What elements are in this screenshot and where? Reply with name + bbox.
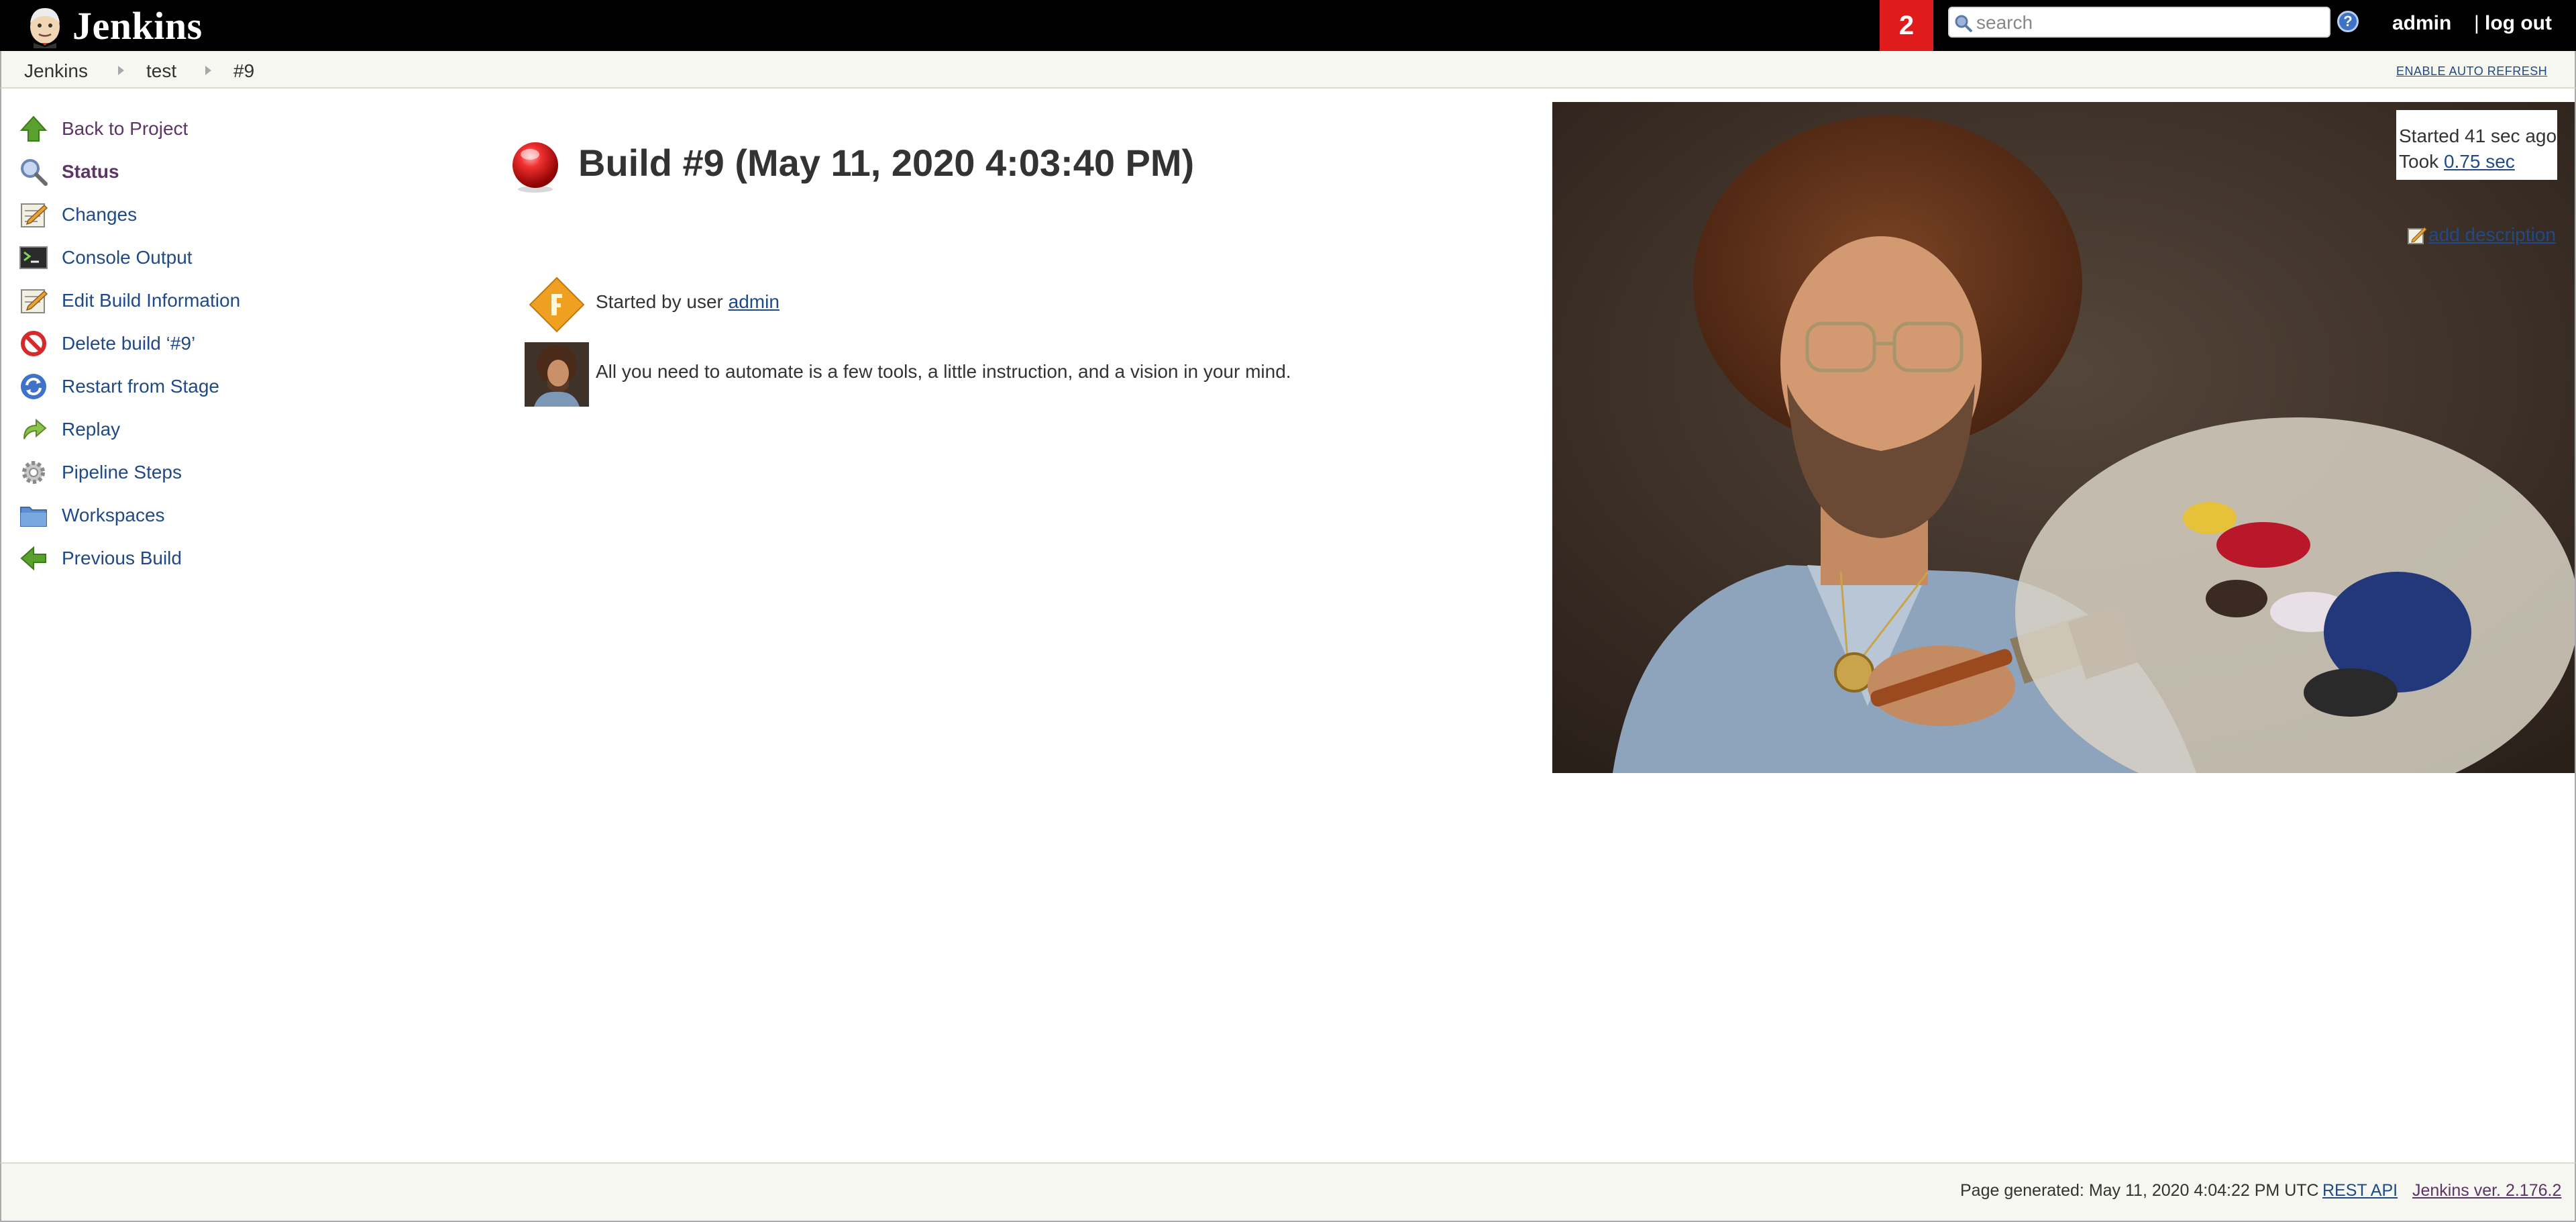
breadcrumb: Jenkins test #9 ENABLE AUTO REFRESH bbox=[0, 51, 2576, 89]
sidebar-item-label[interactable]: Console Output bbox=[62, 247, 193, 268]
refresh-icon bbox=[21, 374, 46, 399]
help-icon[interactable]: ? bbox=[2337, 11, 2359, 32]
sidebar-item-restart-from-stage[interactable]: Restart from Stage bbox=[19, 365, 435, 408]
page-header: Jenkins 2 ? admin | log out bbox=[0, 0, 2576, 51]
sidebar-item-label[interactable]: Workspaces bbox=[62, 505, 165, 526]
page-title: Build #9 (May 11, 2020 4:03:40 PM) bbox=[578, 142, 1195, 184]
sidebar-item-label[interactable]: Back to Project bbox=[62, 118, 188, 140]
replay-arrow-icon bbox=[23, 418, 47, 440]
breadcrumb-separator-icon bbox=[205, 66, 211, 75]
up-arrow-icon bbox=[19, 115, 48, 142]
sidebar-item-previous-build[interactable]: Previous Build bbox=[19, 537, 435, 580]
sidebar-item-delete-build[interactable]: Delete build ‘#9’ bbox=[19, 322, 435, 365]
jenkins-butler-icon bbox=[30, 8, 60, 48]
left-arrow-icon bbox=[20, 546, 46, 571]
build-cause-prefix: Started by user bbox=[596, 291, 729, 312]
breadcrumb-build-9[interactable]: #9 bbox=[233, 60, 254, 82]
cause-user-link[interactable]: admin bbox=[729, 291, 780, 312]
gear-icon bbox=[22, 461, 45, 484]
portrait-drawing bbox=[1552, 102, 2575, 773]
search-icon bbox=[1955, 15, 1973, 33]
build-info-box: Started 41 sec ago Took 0.75 sec bbox=[2396, 110, 2557, 180]
sidebar-item-workspaces[interactable]: Workspaces bbox=[19, 494, 435, 537]
sidebar-item-label[interactable]: Status bbox=[62, 161, 119, 183]
avatar bbox=[525, 342, 589, 407]
build-status-red-ball-icon bbox=[513, 142, 558, 193]
user-cause-icon bbox=[529, 276, 585, 333]
logout-separator: | bbox=[2474, 12, 2479, 34]
search-input[interactable] bbox=[1976, 11, 2325, 35]
notification-badge[interactable]: 2 bbox=[1880, 0, 1933, 51]
build-took-prefix: Took bbox=[2399, 151, 2444, 172]
page-generated-text: Page generated: May 11, 2020 4:04:22 PM … bbox=[1960, 1181, 2319, 1200]
sidebar-item-status[interactable]: Status bbox=[19, 150, 435, 193]
sidebar-item-label[interactable]: Changes bbox=[62, 204, 137, 225]
no-entry-icon bbox=[21, 331, 46, 356]
user-link[interactable]: admin bbox=[2392, 12, 2451, 35]
sidebar-item-changes[interactable]: Changes bbox=[19, 193, 435, 236]
folder-icon bbox=[20, 507, 47, 527]
sidebar-item-back-to-project[interactable]: Back to Project bbox=[19, 107, 435, 150]
add-description-link[interactable]: add description bbox=[2428, 224, 2556, 246]
page-footer: Page generated: May 11, 2020 4:04:22 PM … bbox=[0, 1162, 2576, 1222]
sidebar-item-label[interactable]: Restart from Stage bbox=[62, 376, 219, 397]
sidebar-item-label[interactable]: Replay bbox=[62, 419, 120, 440]
jenkins-wordmark: Jenkins bbox=[72, 3, 203, 48]
jenkins-version-link[interactable]: Jenkins ver. 2.176.2 bbox=[2412, 1181, 2561, 1201]
edit-icon bbox=[2408, 227, 2427, 244]
rest-api-link[interactable]: REST API bbox=[2322, 1181, 2398, 1201]
notepad-icon bbox=[21, 203, 48, 227]
terminal-icon bbox=[19, 246, 48, 269]
notepad-edit-icon bbox=[21, 289, 48, 313]
bob-ross-portrait-image bbox=[1552, 102, 2575, 773]
build-cause: Started by user admin bbox=[596, 291, 780, 313]
sidebar-item-edit-build-information[interactable]: Edit Build Information bbox=[19, 279, 435, 322]
sidebar-item-label[interactable]: Pipeline Steps bbox=[62, 462, 182, 483]
sidebar-item-pipeline-steps[interactable]: Pipeline Steps bbox=[19, 451, 435, 494]
jenkins-home-logo[interactable]: Jenkins bbox=[24, 3, 203, 48]
build-duration-link[interactable]: 0.75 sec bbox=[2444, 151, 2515, 172]
build-started-text: Started 41 sec ago bbox=[2399, 125, 2557, 146]
breadcrumb-jenkins[interactable]: Jenkins bbox=[24, 60, 88, 82]
magnifier-icon bbox=[21, 159, 48, 186]
frame-border bbox=[0, 89, 1, 1162]
build-duration: Took 0.75 sec bbox=[2399, 149, 2557, 174]
enable-auto-refresh-link[interactable]: ENABLE AUTO REFRESH bbox=[2396, 64, 2547, 79]
search-box bbox=[1948, 7, 2330, 38]
side-panel: Back to Project Status Changes Console O… bbox=[19, 107, 435, 580]
sidebar-item-label[interactable]: Delete build ‘#9’ bbox=[62, 333, 195, 354]
sidebar-item-replay[interactable]: Replay bbox=[19, 408, 435, 451]
sidebar-item-label[interactable]: Edit Build Information bbox=[62, 290, 240, 311]
bob-ross-avatar-image bbox=[525, 342, 589, 407]
add-description: add description bbox=[2407, 224, 2556, 246]
build-description: All you need to automate is a few tools,… bbox=[596, 361, 1291, 382]
logout-link[interactable]: log out bbox=[2485, 12, 2552, 35]
sidebar-item-label[interactable]: Previous Build bbox=[62, 548, 182, 569]
breadcrumb-test[interactable]: test bbox=[146, 60, 176, 82]
breadcrumb-separator-icon bbox=[118, 66, 124, 75]
sidebar-item-console-output[interactable]: Console Output bbox=[19, 236, 435, 279]
